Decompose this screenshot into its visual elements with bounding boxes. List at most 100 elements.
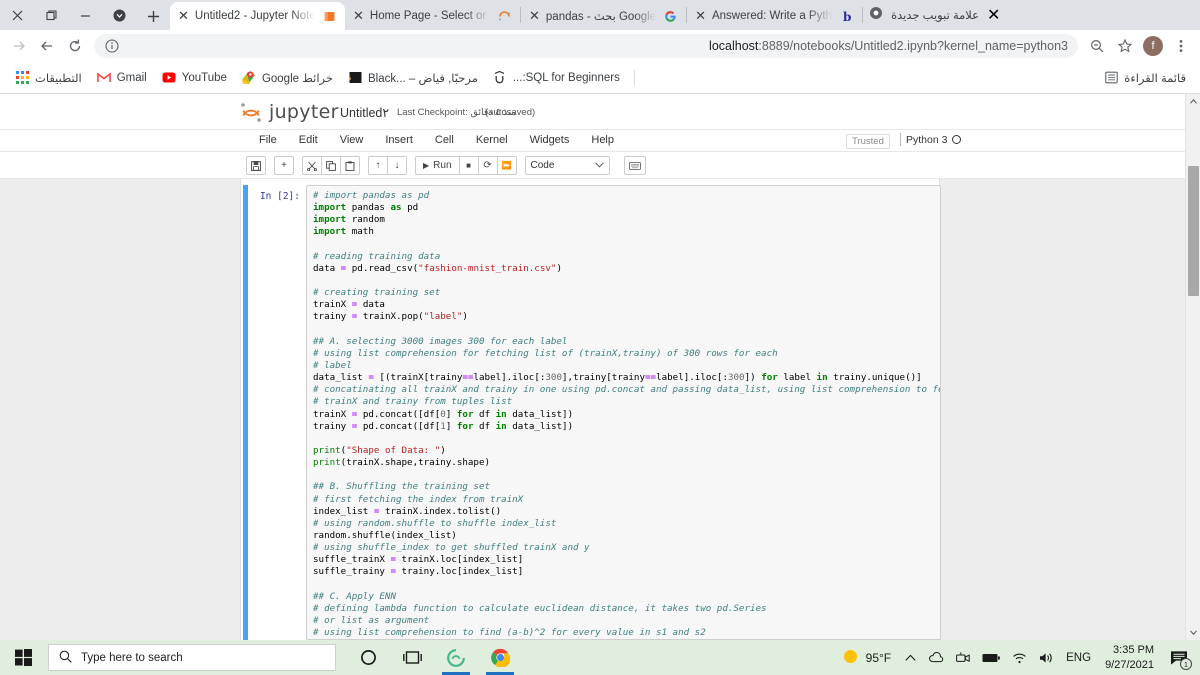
menu-help[interactable]: Help bbox=[580, 130, 625, 150]
cell-type-select[interactable]: Code bbox=[524, 156, 610, 175]
cortana-icon[interactable] bbox=[346, 640, 390, 675]
jupyter-toolbar-buttons: + ↑ ↓ ▶ Run ■ ⟳ ⏩ Code bbox=[246, 156, 646, 175]
volume-icon[interactable] bbox=[1033, 640, 1060, 675]
copy-button[interactable] bbox=[321, 156, 341, 175]
close-icon[interactable]: ✕ bbox=[695, 10, 706, 23]
close-icon[interactable]: ✕ bbox=[178, 10, 189, 23]
camera-privacy-icon[interactable] bbox=[950, 640, 976, 675]
windows-taskbar: Type here to search 95°F ENG 3:35 PM 9/2… bbox=[0, 640, 1200, 675]
profile-avatar[interactable]: f bbox=[1140, 33, 1166, 59]
move-cell-up-button[interactable]: ↑ bbox=[368, 156, 388, 175]
windows-start-icon[interactable] bbox=[0, 640, 46, 675]
wifi-icon[interactable] bbox=[1006, 640, 1033, 675]
bartleby-icon: b bbox=[838, 8, 854, 24]
insert-cell-button[interactable]: + bbox=[274, 156, 294, 175]
run-button-group: ▶ Run ■ ⟳ ⏩ bbox=[415, 156, 517, 175]
run-button[interactable]: ▶ Run bbox=[415, 156, 460, 175]
anaconda-icon[interactable] bbox=[434, 640, 478, 675]
bookmark-blackboard[interactable]: Bb مرحبًا, فياض – ...Black bbox=[341, 67, 484, 89]
google-icon bbox=[662, 8, 678, 24]
battery-icon[interactable] bbox=[976, 640, 1006, 675]
incognito-profile-icon bbox=[869, 6, 883, 25]
move-cell-down-button[interactable]: ↓ bbox=[387, 156, 407, 175]
scroll-down-arrow-icon[interactable] bbox=[1186, 625, 1200, 640]
browser-tab-google-pandas[interactable]: pandas - بحث Google ✕ bbox=[521, 2, 686, 30]
onedrive-icon[interactable] bbox=[922, 640, 950, 675]
clipboard-button-group bbox=[302, 156, 360, 175]
browser-tab-home-page[interactable]: Home Page - Select or cre ✕ bbox=[345, 2, 520, 30]
reload-icon[interactable] bbox=[62, 33, 88, 59]
new-tab-button[interactable] bbox=[136, 2, 170, 30]
interrupt-kernel-button[interactable]: ■ bbox=[458, 156, 479, 175]
bookmark-reading-list[interactable]: قائمة القراءة bbox=[1097, 67, 1192, 89]
close-icon[interactable]: ✕ bbox=[987, 5, 1000, 25]
svg-text:b: b bbox=[843, 10, 851, 23]
scrollbar-thumb[interactable] bbox=[1188, 166, 1199, 296]
udemy-icon bbox=[492, 70, 508, 86]
browser-toolbar: localhost:8889/notebooks/Untitled2.ipynb… bbox=[0, 30, 1200, 62]
star-icon[interactable] bbox=[1112, 33, 1138, 59]
clock[interactable]: 3:35 PM 9/27/2021 bbox=[1097, 643, 1162, 672]
jupyter-logo[interactable]: jupyter bbox=[240, 102, 339, 123]
menu-edit[interactable]: Edit bbox=[288, 130, 329, 150]
bookmark-label: التطبيقات bbox=[35, 72, 82, 85]
new-tab-area[interactable]: علامة تبويب جديدة ✕ bbox=[863, 0, 1000, 30]
search-input[interactable]: Type here to search bbox=[48, 644, 336, 671]
minimize-window-button[interactable] bbox=[68, 0, 102, 30]
command-palette-button[interactable] bbox=[623, 156, 646, 175]
scroll-up-arrow-icon[interactable] bbox=[1186, 94, 1200, 109]
language-indicator[interactable]: ENG bbox=[1060, 640, 1097, 675]
cell-input-area[interactable]: # import pandas as pd import pandas as p… bbox=[306, 185, 941, 640]
trusted-badge[interactable]: Trusted bbox=[846, 134, 890, 149]
three-dot-menu-icon[interactable] bbox=[1168, 33, 1194, 59]
tab-divider bbox=[862, 7, 864, 23]
reading-list-icon bbox=[1103, 70, 1119, 86]
jupyter-header bbox=[0, 94, 1185, 130]
close-window-button[interactable] bbox=[0, 0, 34, 30]
search-placeholder: Type here to search bbox=[81, 651, 183, 664]
menu-cell[interactable]: Cell bbox=[424, 130, 465, 150]
menu-view[interactable]: View bbox=[329, 130, 375, 150]
restart-and-run-all-button[interactable]: ⏩ bbox=[496, 156, 517, 175]
paste-button[interactable] bbox=[340, 156, 360, 175]
address-bar[interactable]: localhost:8889/notebooks/Untitled2.ipynb… bbox=[94, 34, 1078, 58]
bookmark-youtube[interactable]: YouTube bbox=[155, 67, 233, 89]
bookmark-sql-for-beginners[interactable]: SQL for Beginners:... bbox=[486, 67, 626, 89]
back-arrow-icon[interactable] bbox=[34, 33, 60, 59]
cell-source-code[interactable]: # import pandas as pd import pandas as p… bbox=[313, 190, 940, 639]
menu-insert[interactable]: Insert bbox=[374, 130, 424, 150]
forward-arrow-icon[interactable] bbox=[6, 33, 32, 59]
menu-file[interactable]: File bbox=[248, 130, 288, 150]
notification-icon[interactable]: 1 bbox=[1162, 640, 1196, 675]
bookmark-gmail[interactable]: Gmail bbox=[90, 67, 153, 89]
clock-date: 9/27/2021 bbox=[1105, 658, 1154, 671]
notebook-name[interactable]: Untitled٢ bbox=[340, 105, 389, 120]
restart-kernel-button[interactable]: ⟳ bbox=[477, 156, 498, 175]
weather-widget[interactable]: 95°F bbox=[838, 648, 899, 668]
menu-widgets[interactable]: Widgets bbox=[519, 130, 581, 150]
close-icon[interactable]: ✕ bbox=[353, 10, 364, 23]
kernel-indicator[interactable]: Python 3 bbox=[900, 133, 962, 146]
svg-text:Bb: Bb bbox=[349, 74, 351, 83]
close-icon[interactable]: ✕ bbox=[529, 10, 540, 23]
browser-tab-bartleby-answer[interactable]: b Answered: Write a Python ✕ bbox=[687, 2, 862, 30]
code-cell[interactable]: In [2]: # import pandas as pd import pan… bbox=[241, 185, 941, 640]
chevron-up-icon[interactable] bbox=[899, 640, 922, 675]
cut-button[interactable] bbox=[302, 156, 322, 175]
tab-search-button[interactable] bbox=[102, 0, 136, 30]
bookmark-google-maps[interactable]: خرائط Google bbox=[235, 67, 339, 89]
run-icon: ▶ bbox=[423, 161, 430, 170]
restore-window-button[interactable] bbox=[34, 0, 68, 30]
page-viewport: jupyter Untitled٢ Last Checkpoint: منذ ٤… bbox=[0, 94, 1200, 640]
bookmark-apps[interactable]: التطبيقات bbox=[8, 67, 88, 89]
chrome-icon[interactable] bbox=[478, 640, 522, 675]
menu-kernel[interactable]: Kernel bbox=[465, 130, 519, 150]
page-scrollbar[interactable] bbox=[1185, 94, 1200, 640]
bookmark-label: خرائط Google bbox=[261, 72, 333, 85]
browser-tab-jupyter-notebook[interactable]: Untitled2 - Jupyter Notebook ✕ bbox=[170, 2, 345, 30]
page-info-icon[interactable] bbox=[104, 38, 120, 54]
notebook-canvas: In [2]: # import pandas as pd import pan… bbox=[0, 179, 1185, 640]
task-view-icon[interactable] bbox=[390, 640, 434, 675]
save-button[interactable] bbox=[246, 156, 266, 175]
zoom-out-icon[interactable] bbox=[1084, 33, 1110, 59]
